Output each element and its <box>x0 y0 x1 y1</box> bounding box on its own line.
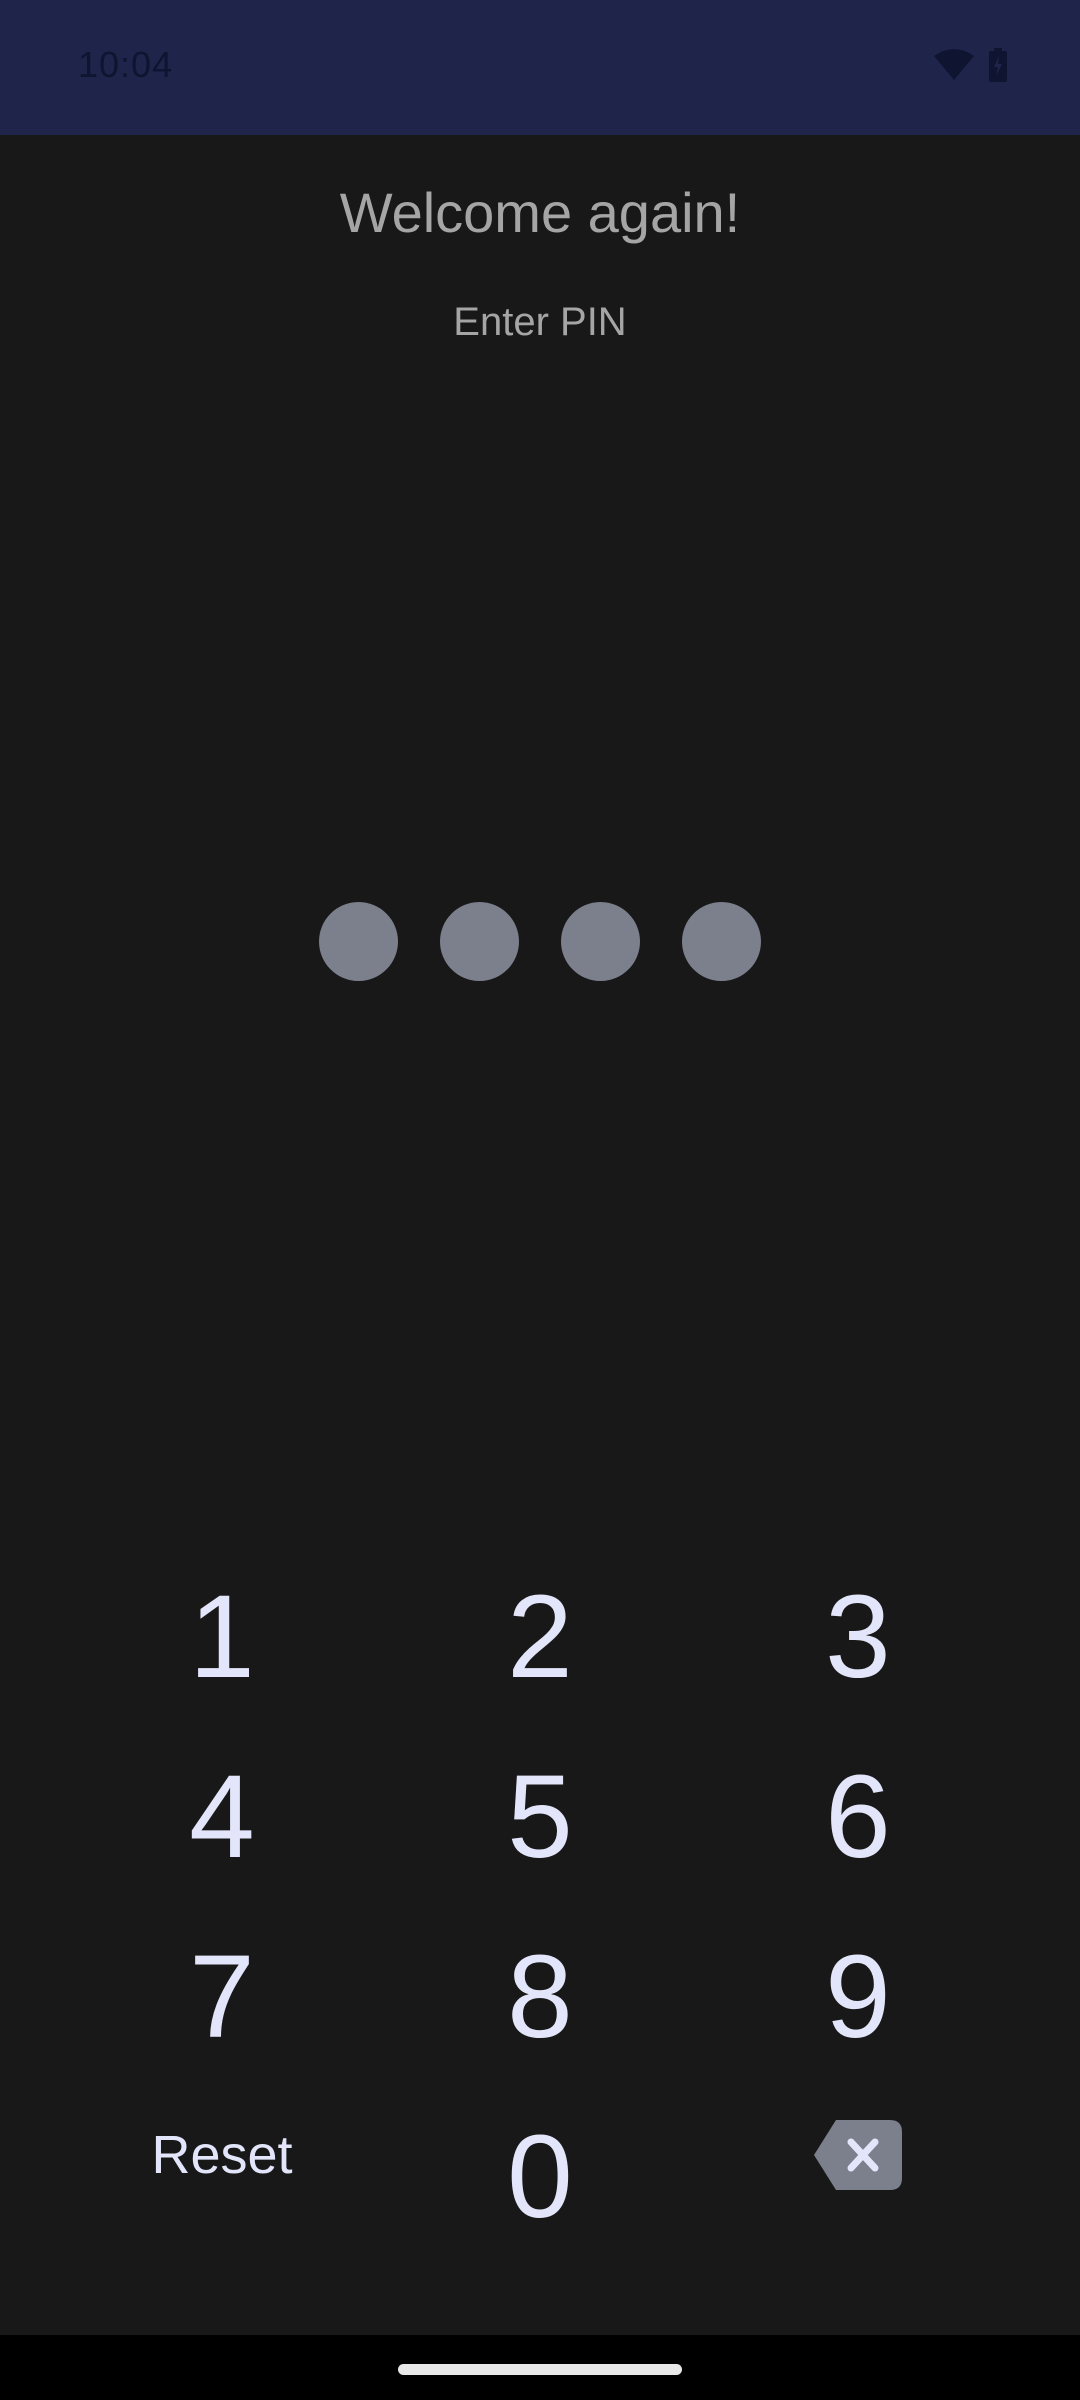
key-6[interactable]: 6 <box>728 1742 988 1892</box>
backspace-button[interactable] <box>728 2080 988 2230</box>
key-8[interactable]: 8 <box>410 1922 670 2072</box>
pin-lock-screen: Welcome again! Enter PIN 1 2 3 4 5 6 7 8… <box>0 135 1080 2335</box>
status-bar: 10:04 <box>0 0 1080 135</box>
pin-dot <box>440 902 519 981</box>
welcome-title: Welcome again! <box>339 181 741 244</box>
status-time: 10:04 <box>78 44 174 85</box>
status-icons <box>934 48 1008 87</box>
reset-button[interactable]: Reset <box>92 2080 352 2230</box>
pin-dot <box>319 902 398 981</box>
key-4[interactable]: 4 <box>92 1742 352 1892</box>
key-3[interactable]: 3 <box>728 1562 988 1712</box>
battery-charging-icon <box>988 48 1008 87</box>
backspace-icon <box>814 2120 902 2190</box>
key-0[interactable]: 0 <box>410 2102 670 2252</box>
pin-indicator <box>0 902 1080 981</box>
key-5[interactable]: 5 <box>410 1742 670 1892</box>
pin-dot <box>682 902 761 981</box>
key-9[interactable]: 9 <box>728 1922 988 2072</box>
enter-pin-label: Enter PIN <box>453 300 627 344</box>
pin-dot <box>561 902 640 981</box>
key-2[interactable]: 2 <box>410 1562 670 1712</box>
wifi-icon <box>934 49 974 86</box>
key-7[interactable]: 7 <box>92 1922 352 2072</box>
key-1[interactable]: 1 <box>92 1562 352 1712</box>
home-gesture-handle[interactable] <box>398 2364 682 2375</box>
